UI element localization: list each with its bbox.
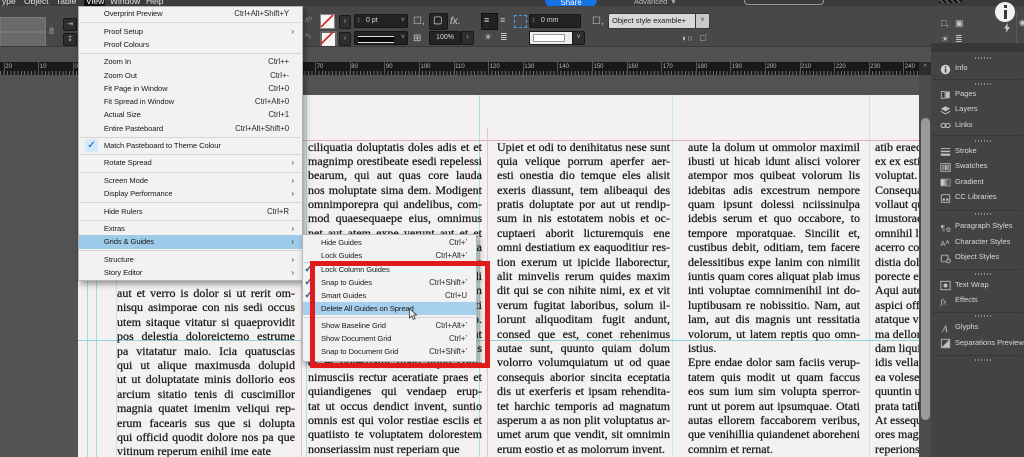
- svg-text:A: A: [946, 240, 950, 246]
- svg-text:fx: fx: [940, 296, 946, 306]
- svg-text:¶: ¶: [941, 222, 945, 232]
- svg-text:A: A: [941, 324, 948, 333]
